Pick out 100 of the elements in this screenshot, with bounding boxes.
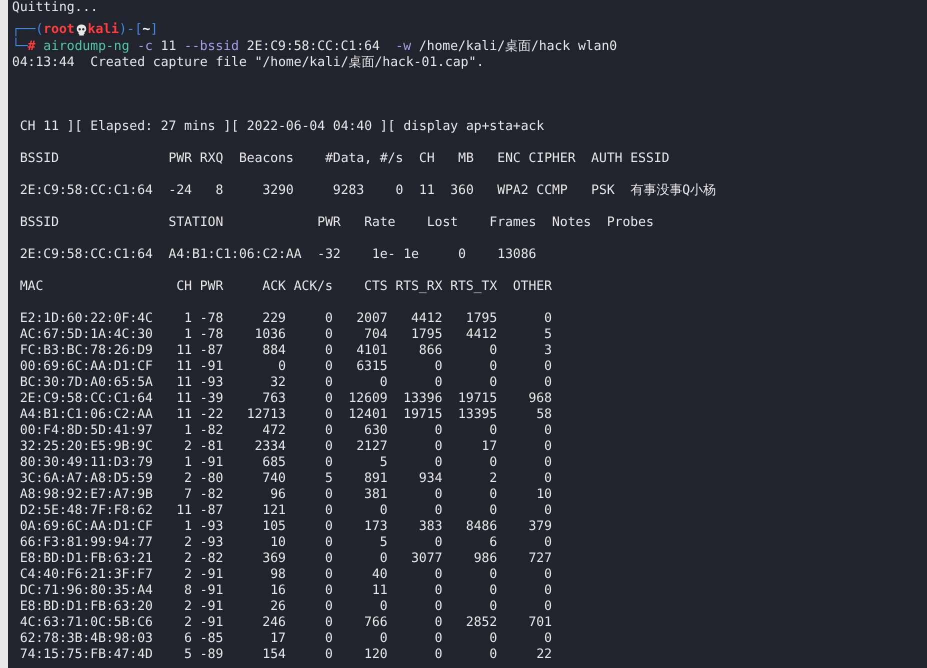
table-cell-text: 8486 — [464, 519, 498, 535]
table-cell-text: 0 — [488, 503, 498, 519]
table-cell-text: 3 — [543, 343, 552, 359]
table-cell-text: 379 — [527, 519, 552, 535]
table-cell-text: 0 — [543, 631, 552, 647]
table-cell-text: 19715 — [457, 391, 498, 407]
prompt-frame: )-[ — [118, 22, 142, 38]
table-cell-text: 7 — [183, 487, 192, 503]
table-cell-text: 0 — [324, 535, 333, 551]
skull-icon — [76, 24, 87, 36]
table-cell-text: 0 — [543, 455, 552, 471]
prompt-symbol: # — [28, 39, 36, 55]
table-cell-text: 2334 — [254, 439, 286, 455]
command-name: airodump-ng — [43, 39, 130, 55]
table-cell-text: 12401 — [347, 407, 388, 423]
table-cell-text: 58 — [535, 407, 552, 423]
table-cell-text: 0 — [488, 567, 498, 583]
ap-table-header: BSSID PWR RXQ Beacons #Data, #/s CH MB ENC CIPHER AUTH ESSID — [18, 151, 670, 167]
table-cell-text: -81 — [198, 439, 224, 455]
table-cell-text: 154 — [261, 647, 286, 663]
table-cell-text: 22 — [535, 647, 552, 663]
table-cell-text: 12609 — [347, 391, 388, 407]
table-cell-text: 229 — [261, 311, 286, 327]
table-cell-text: 2127 — [355, 439, 388, 455]
table-cell-text: 986 — [472, 551, 498, 567]
table-cell-text: 0 — [434, 455, 442, 471]
table-cell-text: 0 — [324, 503, 333, 519]
table-cell-text: 0 — [488, 487, 498, 503]
output-line: Quitting... — [12, 0, 98, 16]
table-cell-text: 2 — [183, 535, 192, 551]
table-cell-text: 6 — [488, 535, 498, 551]
table-cell-text: 0 — [324, 631, 333, 647]
table-cell-text: 0 — [434, 359, 442, 375]
table-cell-text: 0 — [324, 551, 333, 567]
table-cell: 11 — [176, 503, 192, 519]
table-cell-text: 2 — [183, 439, 192, 455]
table-cell-text: 5 — [378, 535, 388, 551]
table-cell-text: -82 — [198, 551, 224, 567]
table-cell-text: 0 — [277, 359, 286, 375]
column-header: ACK/s — [292, 279, 333, 295]
table-cell-text: 0 — [488, 375, 498, 391]
table-cell-text: 630 — [363, 423, 388, 439]
table-cell-text: E2:1D:60:22:0F:4C — [20, 311, 154, 327]
table-cell-text: -91 — [198, 615, 224, 631]
table-cell-text: 0 — [488, 359, 498, 375]
table-cell-text: 4412 — [464, 327, 498, 343]
table-cell-text: 121 — [261, 503, 286, 519]
command-argument: wlan0 — [578, 39, 618, 55]
prompt-frame: ┌──( — [12, 22, 44, 38]
table-cell-text: 0 — [324, 567, 333, 583]
table-cell-text: 0 — [488, 423, 498, 439]
table-cell-text: 2 — [183, 599, 192, 615]
table-cell-text: 2 — [183, 615, 192, 631]
table-cell-text: 766 — [363, 615, 388, 631]
table-cell-text: AC:67:5D:1A:4C:30 — [20, 327, 154, 343]
table-cell-text: -39 — [198, 391, 224, 407]
table-cell-text: 80:30:49:11:D3:79 — [20, 455, 154, 471]
prompt-host: kali — [88, 22, 119, 38]
table-cell-text: 0 — [488, 599, 498, 615]
table-cell-text: -80 — [198, 471, 224, 487]
command-argument: /home/kali/桌面/hack — [418, 39, 570, 55]
table-cell-text: 00:69:6C:AA:D1:CF — [20, 359, 154, 375]
table-cell-text: 369 — [261, 551, 286, 567]
table-cell-text: 1 — [183, 519, 192, 535]
table-cell: 11 — [176, 359, 192, 375]
table-cell-text: 246 — [261, 615, 286, 631]
column-header: OTHER — [512, 279, 552, 295]
table-cell-text: 12713 — [246, 407, 286, 423]
table-cell-text: 0 — [543, 439, 552, 455]
table-cell-text: 0 — [543, 599, 552, 615]
table-cell-text: 0 — [324, 359, 333, 375]
table-cell: 11 — [176, 343, 192, 359]
table-cell-text: 1 — [183, 455, 192, 471]
table-cell-text: 0 — [324, 311, 333, 327]
table-cell-text: 0 — [324, 327, 333, 343]
table-cell-text: 0 — [434, 567, 442, 583]
station-table-header: BSSID STATION PWR Rate Lost Frames Notes Probes — [18, 215, 654, 231]
station-table-row-text: 2E:C9:58:CC:C1:64 A4:B1:C1:06:C2:AA -32 1e- 1e 0 13086 — [18, 247, 536, 263]
table-cell-text: -22 — [198, 407, 224, 423]
table-cell-text: 32:25:20:E5:9B:9C — [20, 439, 154, 455]
table-cell-text: 16 — [269, 583, 286, 599]
table-cell-text: 0 — [378, 599, 388, 615]
table-cell-text: 6 — [183, 631, 192, 647]
prompt-frame: ] — [150, 22, 158, 38]
table-cell-text: 763 — [261, 391, 286, 407]
table-cell-text: 2 — [183, 471, 192, 487]
table-cell-text: 884 — [261, 343, 286, 359]
table-cell-text: 891 — [363, 471, 388, 487]
table-cell-text: DC:71:96:80:35:A4 — [20, 583, 154, 599]
table-cell-text: 13395 — [457, 407, 498, 423]
table-cell-text: 0 — [324, 647, 333, 663]
table-cell-text: 0 — [378, 551, 388, 567]
table-cell-text: 40 — [370, 567, 388, 583]
table-cell-text: 5 — [183, 647, 192, 663]
table-cell-text: 5 — [324, 471, 333, 487]
command-option: -c — [137, 39, 153, 55]
table-cell-text: 0 — [434, 583, 442, 599]
table-cell-text: 0 — [543, 535, 552, 551]
table-cell-text: 0 — [543, 359, 552, 375]
prompt-frame: └─ — [12, 39, 28, 55]
